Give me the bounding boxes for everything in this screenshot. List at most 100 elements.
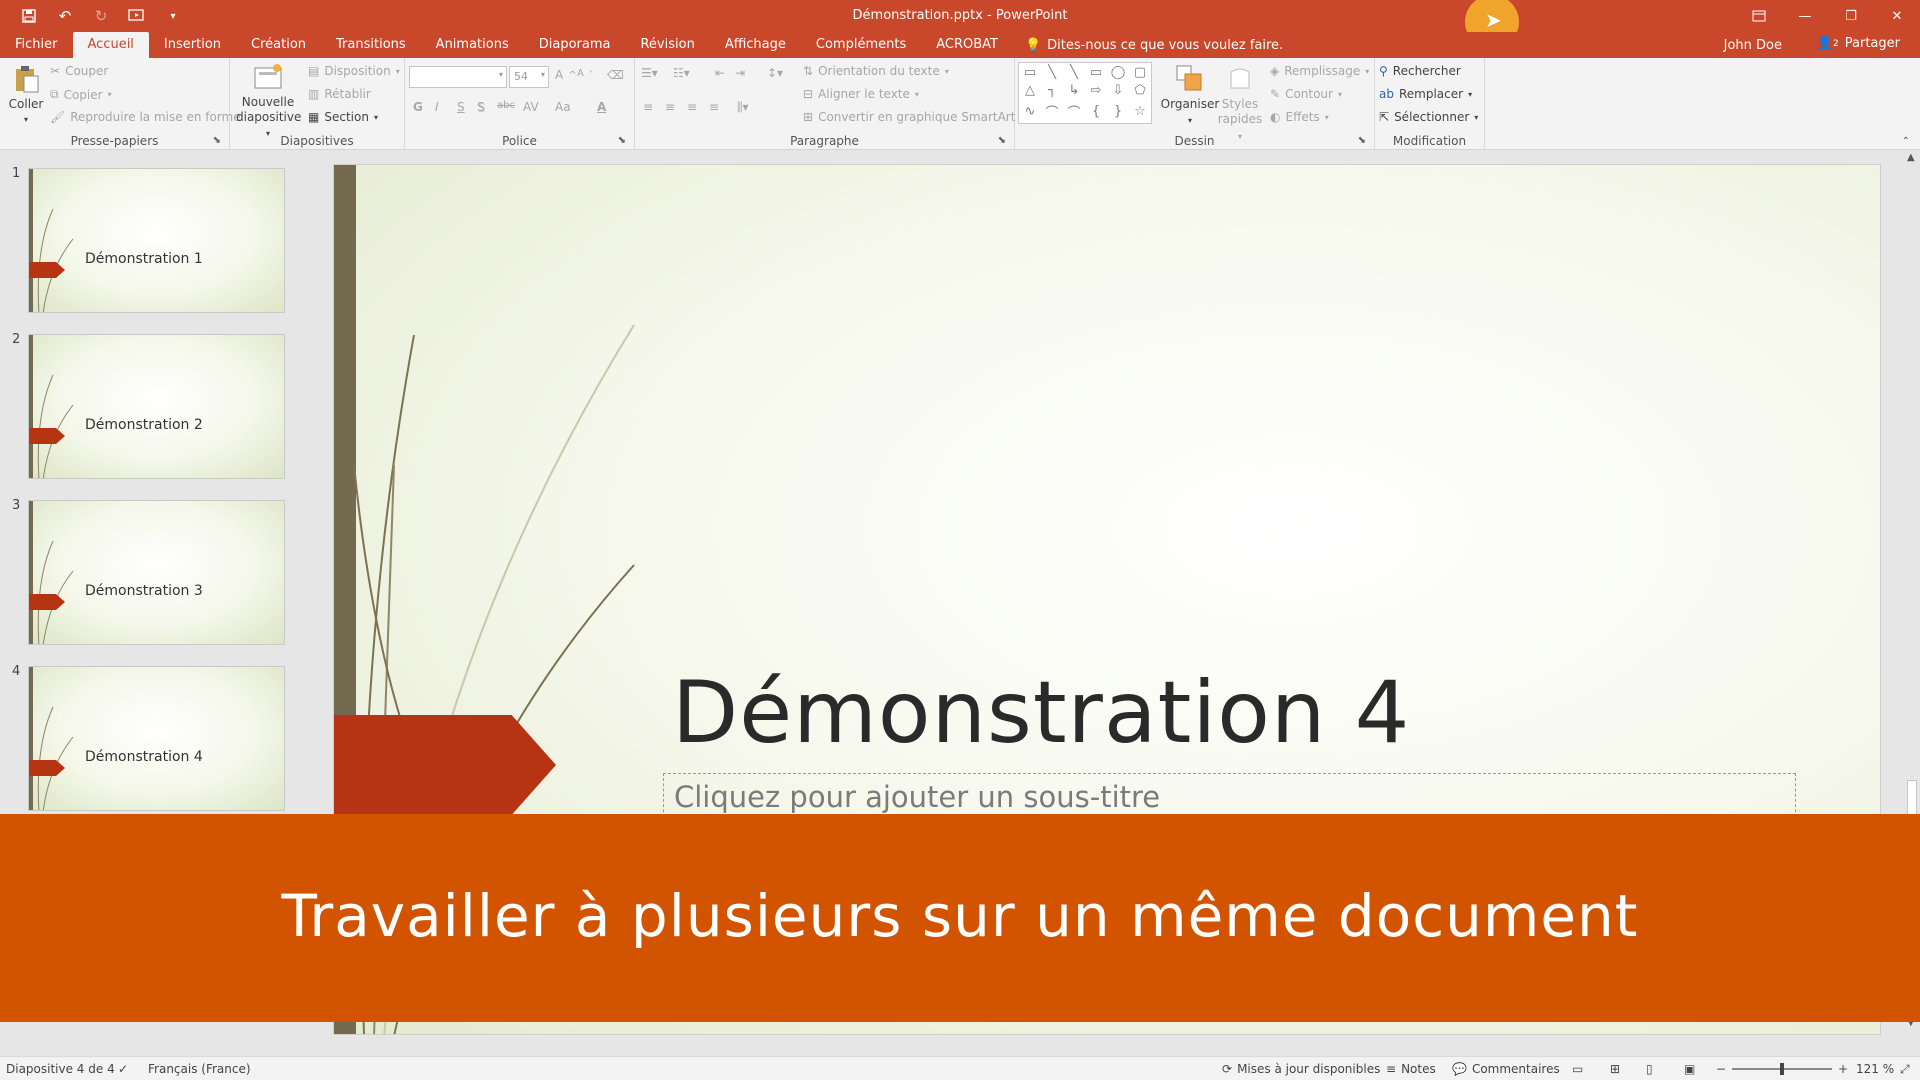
tab-creation[interactable]: Création xyxy=(236,32,321,58)
zoom-level[interactable]: 121 % xyxy=(1856,1062,1894,1076)
numbering-button[interactable]: ☷▾ xyxy=(673,66,690,80)
tab-insertion[interactable]: Insertion xyxy=(149,32,236,58)
group-label-clipboard: Presse-papiers xyxy=(70,134,159,148)
columns-button[interactable]: ⫼▾ xyxy=(737,100,749,115)
tab-revision[interactable]: Révision xyxy=(625,32,709,58)
slide-counter[interactable]: Diapositive 4 de 4 xyxy=(6,1062,115,1076)
normal-view-icon[interactable]: ▭ xyxy=(1572,1062,1583,1076)
slide-thumbnail-4[interactable]: Démonstration 4 xyxy=(28,666,285,811)
user-name[interactable]: John Doe xyxy=(1724,38,1782,53)
tab-animations[interactable]: Animations xyxy=(421,32,524,58)
align-right-button[interactable]: ≡ xyxy=(687,100,697,114)
format-painter-button[interactable]: 🖌 Reproduire la mise en forme xyxy=(50,110,241,124)
change-case-button[interactable]: Aa xyxy=(555,100,571,114)
dialog-launcher-icon[interactable]: ⬊ xyxy=(998,135,1006,146)
zoom-out-icon[interactable]: − xyxy=(1716,1062,1726,1076)
tab-accueil[interactable]: Accueil xyxy=(72,32,149,58)
shape-outline-button[interactable]: ✎ Contour ▾ xyxy=(1270,87,1342,101)
close-icon[interactable]: ✕ xyxy=(1874,0,1920,32)
new-slide-button[interactable]: Nouvelle diapositive ▾ xyxy=(236,62,301,141)
tell-me-box[interactable]: 💡 Dites-nous ce que vous voulez faire. xyxy=(1013,38,1283,53)
shrink-font-button[interactable]: A ˅ xyxy=(577,68,593,79)
reset-button[interactable]: ▥ Rétablir xyxy=(308,87,371,101)
notes-button[interactable]: ≡ Notes xyxy=(1386,1062,1436,1076)
comments-button[interactable]: 💬 Commentaires xyxy=(1452,1062,1560,1076)
smartart-button[interactable]: ⊞Convertir en graphique SmartArt▾ xyxy=(803,110,1024,124)
tab-complements[interactable]: Compléments xyxy=(801,32,921,58)
spell-check-icon[interactable]: ✓ xyxy=(118,1062,128,1076)
updates-button[interactable]: ⟳ Mises à jour disponibles xyxy=(1222,1062,1380,1076)
replace-icon: ab xyxy=(1379,87,1394,101)
thumbnail-number: 3 xyxy=(12,498,21,513)
line-spacing-button[interactable]: ↕▾ xyxy=(767,66,783,80)
find-button[interactable]: ⚲ Rechercher xyxy=(1379,64,1461,78)
align-center-button[interactable]: ≡ xyxy=(665,100,675,114)
scroll-up-icon[interactable]: ▲ xyxy=(1907,152,1915,163)
collapse-ribbon-icon[interactable]: ⌃ xyxy=(1902,136,1910,147)
align-text-button[interactable]: ⊟ Aligner le texte ▾ xyxy=(803,87,919,101)
updates-icon: ⟳ xyxy=(1222,1062,1233,1076)
reading-view-icon[interactable]: ▯ xyxy=(1646,1062,1653,1076)
cut-button[interactable]: ✂ Couper xyxy=(50,64,108,78)
justify-button[interactable]: ≡ xyxy=(709,100,719,114)
scissors-icon: ✂ xyxy=(50,64,61,78)
tab-transitions[interactable]: Transitions xyxy=(321,32,421,58)
align-left-button[interactable]: ≡ xyxy=(643,100,653,114)
decrease-indent-button[interactable]: ⇤ xyxy=(715,66,725,80)
bullets-button[interactable]: ☰▾ xyxy=(641,66,658,80)
text-direction-button[interactable]: ⇅ Orientation du texte ▾ xyxy=(803,64,949,78)
group-editing: ⚲ Rechercher ab Remplacer ▾ ⇱ Sélectionner ▾ … xyxy=(1375,58,1485,150)
thumbnail-title: Démonstration 2 xyxy=(85,417,203,433)
share-button[interactable]: 👤 2 Partager xyxy=(1817,36,1900,51)
dialog-launcher-icon[interactable]: ⬊ xyxy=(213,135,221,146)
zoom-slider[interactable] xyxy=(1732,1063,1832,1075)
caption-banner: Travailler à plusieurs sur un même docum… xyxy=(0,814,1920,1022)
clear-formatting-button[interactable]: ⌫ xyxy=(607,68,624,82)
shape-effects-button[interactable]: ◐ Effets ▾ xyxy=(1270,110,1329,124)
copy-button[interactable]: ⧉ Copier ▾ xyxy=(50,87,112,102)
new-slide-icon xyxy=(254,64,282,89)
powerpoint-window: ↶ ↻ ▾ Démonstration.pptx - PowerPoint ➤ … xyxy=(0,0,1920,1080)
underline-button[interactable]: S xyxy=(457,100,465,114)
minimize-icon[interactable]: — xyxy=(1782,0,1828,32)
slide-arrow-shape[interactable] xyxy=(334,715,556,815)
slide-thumbnail-2[interactable]: Démonstration 2 xyxy=(28,334,285,479)
shape-fill-button[interactable]: ◈ Remplissage ▾ xyxy=(1270,64,1369,78)
section-button[interactable]: ▦ Section ▾ xyxy=(308,110,378,124)
font-name-input[interactable]: ▾ xyxy=(409,66,507,88)
bold-button[interactable]: G xyxy=(413,100,423,114)
dialog-launcher-icon[interactable]: ⬊ xyxy=(1358,135,1366,146)
slideshow-icon[interactable]: ▣ xyxy=(1684,1062,1695,1076)
slide-title[interactable]: Démonstration 4 xyxy=(672,663,1410,763)
restore-icon[interactable]: ❐ xyxy=(1828,0,1874,32)
zoom-slider-thumb[interactable] xyxy=(1780,1063,1784,1075)
title-bar: ↶ ↻ ▾ Démonstration.pptx - PowerPoint ➤ … xyxy=(0,0,1920,49)
tab-diaporama[interactable]: Diaporama xyxy=(524,32,626,58)
select-button[interactable]: ⇱ Sélectionner ▾ xyxy=(1379,110,1478,124)
quick-styles-button[interactable]: Styles rapides ▾ xyxy=(1215,64,1265,144)
italic-button[interactable]: I xyxy=(435,100,439,114)
font-size-input[interactable]: 54 ▾ xyxy=(509,66,549,88)
character-spacing-button[interactable]: AV xyxy=(523,100,539,114)
paste-button[interactable]: Coller ▾ xyxy=(6,64,46,127)
dialog-launcher-icon[interactable]: ⬊ xyxy=(618,135,626,146)
tab-affichage[interactable]: Affichage xyxy=(710,32,801,58)
tab-acrobat[interactable]: ACROBAT xyxy=(921,32,1013,58)
grow-font-button[interactable]: A ^ xyxy=(555,68,577,82)
strikethrough-button[interactable]: abc xyxy=(497,100,515,111)
replace-button[interactable]: ab Remplacer ▾ xyxy=(1379,87,1472,101)
slide-thumbnail-3[interactable]: Démonstration 3 xyxy=(28,500,285,645)
fit-to-window-icon[interactable]: ⤢ xyxy=(1900,1062,1910,1077)
language-indicator[interactable]: Français (France) xyxy=(148,1062,251,1076)
increase-indent-button[interactable]: ⇥ xyxy=(735,66,745,80)
slide-sorter-icon[interactable]: ⊞ xyxy=(1610,1062,1620,1076)
shadow-button[interactable]: S xyxy=(477,100,485,114)
ribbon-display-icon[interactable] xyxy=(1736,0,1782,32)
group-label-font: Police xyxy=(502,134,537,148)
zoom-in-icon[interactable]: + xyxy=(1838,1062,1848,1076)
layout-button[interactable]: ▤ Disposition ▾ xyxy=(308,64,400,78)
slide-thumbnail-1[interactable]: Démonstration 1 xyxy=(28,168,285,313)
arrange-button[interactable]: Organiser ▾ xyxy=(1160,64,1220,128)
font-color-button[interactable]: A xyxy=(597,100,606,114)
tab-fichier[interactable]: Fichier xyxy=(0,32,73,58)
